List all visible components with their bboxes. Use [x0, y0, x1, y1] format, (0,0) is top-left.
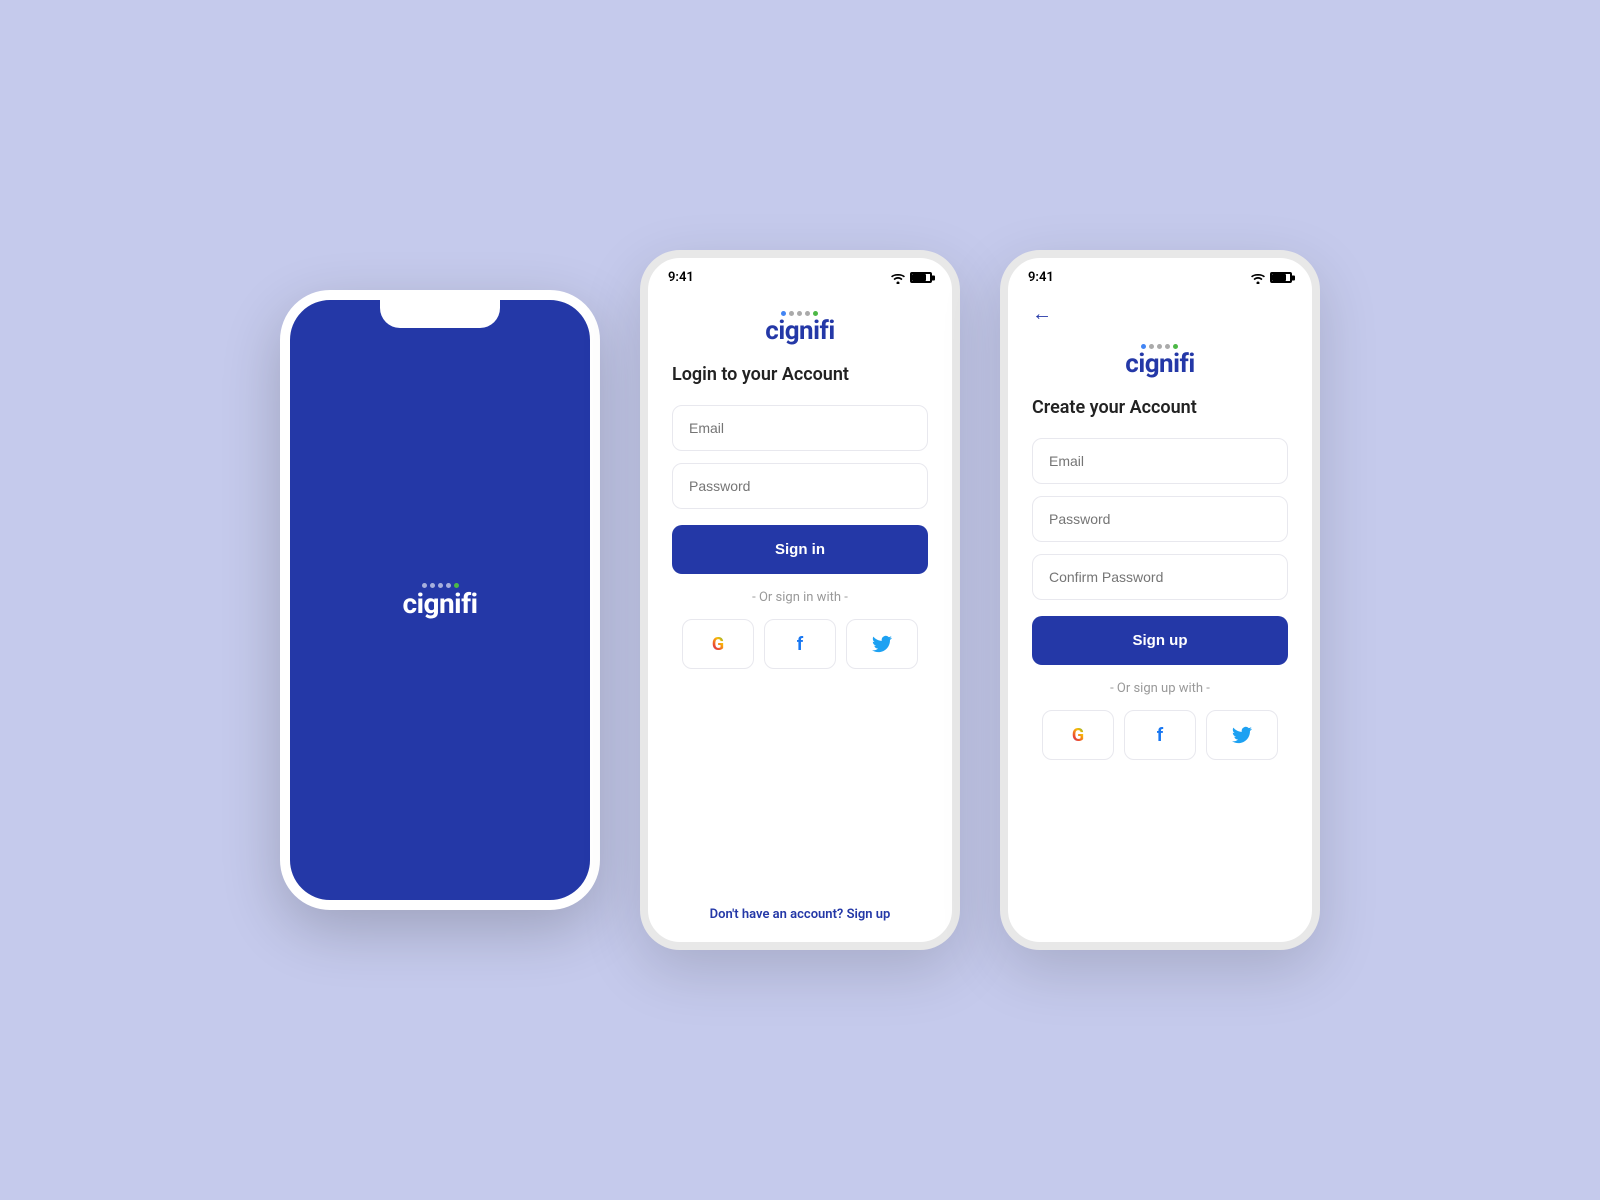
facebook-icon-register: f — [1157, 725, 1163, 746]
register-content: ← cignifi Create your Account Sign up - … — [1008, 291, 1312, 942]
splash-logo-text: cignifi — [402, 590, 477, 618]
battery-icon — [910, 272, 932, 283]
register-divider: - Or sign up with - — [1032, 681, 1288, 696]
register-logo: cignifi — [1125, 344, 1194, 377]
login-password-input[interactable] — [672, 463, 928, 509]
register-social-buttons: G f — [1032, 710, 1288, 760]
google-icon-register: G — [1072, 725, 1084, 746]
twitter-login-button[interactable] — [846, 619, 918, 669]
wifi-icon — [890, 272, 906, 284]
phone-splash: cignifi — [280, 290, 600, 910]
status-time-login: 9:41 — [668, 270, 694, 285]
facebook-icon: f — [797, 634, 803, 655]
login-social-buttons: G f — [672, 619, 928, 669]
login-email-input[interactable] — [672, 405, 928, 451]
status-icons-login — [890, 272, 932, 284]
notch — [380, 300, 500, 328]
twitter-icon — [872, 635, 892, 653]
google-register-button[interactable]: G — [1042, 710, 1114, 760]
splash-logo: cignifi — [402, 583, 477, 618]
register-logo-container: cignifi — [1032, 344, 1288, 377]
login-logo-container: cignifi — [672, 311, 928, 344]
google-login-button[interactable]: G — [682, 619, 754, 669]
login-logo-text: cignifi — [765, 318, 834, 344]
status-bar-login: 9:41 — [648, 258, 952, 291]
twitter-register-button[interactable] — [1206, 710, 1278, 760]
phone-login: 9:41 cignifi — [640, 250, 960, 950]
register-confirm-password-input[interactable] — [1032, 554, 1288, 600]
battery-fill-register — [1272, 274, 1286, 281]
back-button[interactable]: ← — [1032, 301, 1288, 326]
twitter-icon-register — [1232, 726, 1252, 744]
login-logo: cignifi — [765, 311, 834, 344]
wifi-icon-register — [1250, 272, 1266, 284]
login-footer: Don't have an account? Sign up — [672, 907, 928, 922]
signup-link[interactable]: Sign up — [847, 907, 891, 922]
login-divider: - Or sign in with - — [672, 590, 928, 605]
signin-button[interactable]: Sign in — [672, 525, 928, 574]
register-logo-text: cignifi — [1125, 351, 1194, 377]
register-password-input[interactable] — [1032, 496, 1288, 542]
register-title: Create your Account — [1032, 397, 1288, 418]
facebook-login-button[interactable]: f — [764, 619, 836, 669]
battery-icon-register — [1270, 272, 1292, 283]
google-icon: G — [712, 634, 724, 655]
signup-button[interactable]: Sign up — [1032, 616, 1288, 665]
login-footer-text: Don't have an account? — [710, 907, 844, 922]
register-email-input[interactable] — [1032, 438, 1288, 484]
battery-fill — [912, 274, 926, 281]
status-bar-register: 9:41 — [1008, 258, 1312, 291]
facebook-register-button[interactable]: f — [1124, 710, 1196, 760]
login-title: Login to your Account — [672, 364, 928, 385]
phone-register: 9:41 ← cignifi — [1000, 250, 1320, 950]
login-content: cignifi Login to your Account Sign in - … — [648, 291, 952, 942]
status-time-register: 9:41 — [1028, 270, 1054, 285]
status-icons-register — [1250, 272, 1292, 284]
